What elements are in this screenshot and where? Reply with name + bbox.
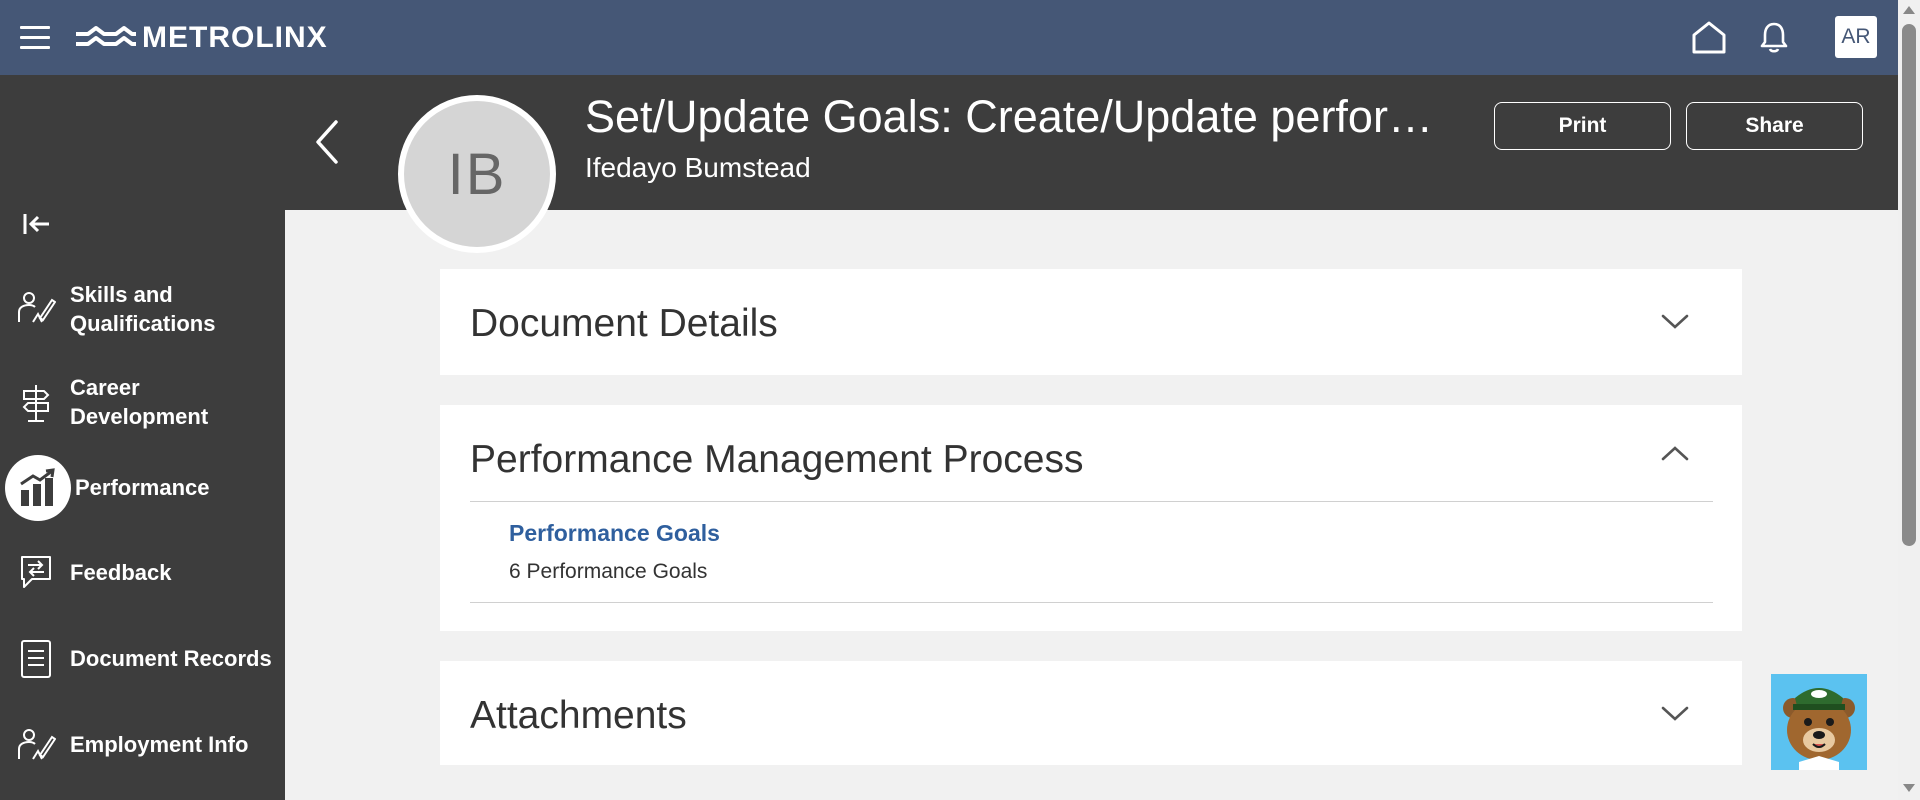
sidebar-item-label: Performance [75, 475, 210, 500]
section-title: Document Details [470, 302, 778, 345]
home-icon[interactable] [1690, 19, 1728, 55]
back-chevron-icon[interactable] [312, 118, 344, 166]
sidebar-item-label: Development [70, 404, 209, 429]
page-title: Set/Update Goals: Create/Update performa… [585, 91, 1460, 142]
sidebar-item-label: Document Records [70, 646, 272, 671]
performance-management-process-card: Performance Management Process Performan… [440, 405, 1742, 631]
top-bar: METROLINX AR [0, 0, 1898, 75]
employee-avatar: IB [398, 95, 556, 253]
sidebar-item-label: Feedback [70, 560, 172, 585]
chevron-down-icon[interactable] [1660, 705, 1690, 723]
section-title[interactable]: Performance Management Process [470, 438, 1083, 482]
skills-icon [18, 292, 56, 323]
chevron-up-icon[interactable] [1660, 444, 1690, 462]
collapse-sidebar-icon[interactable] [22, 211, 52, 237]
divider [470, 501, 1713, 502]
mascot-bear-icon [1783, 688, 1855, 770]
sidebar-item-feedback[interactable]: Feedback [0, 553, 285, 593]
metrolinx-logo[interactable]: METROLINX [74, 20, 328, 56]
sidebar-item-label: Employment Info [70, 732, 249, 757]
attachments-card[interactable]: Attachments [440, 661, 1742, 765]
sidebar: Skills and Qualifications Career Develop… [0, 75, 285, 800]
hamburger-menu-icon[interactable] [20, 26, 50, 50]
scroll-thumb[interactable] [1902, 24, 1916, 546]
metrolinx-logo-icon [76, 26, 136, 46]
performance-chart-icon [20, 468, 55, 506]
performance-goals-link[interactable]: Performance Goals [509, 520, 720, 547]
print-button[interactable]: Print [1494, 102, 1671, 150]
scroll-up-arrow-icon[interactable] [1903, 6, 1915, 14]
user-avatar[interactable]: AR [1835, 16, 1877, 58]
section-title: Attachments [470, 694, 687, 737]
employee-name: Ifedayo Bumstead [585, 152, 811, 183]
sidebar-item-performance[interactable]: Performance [0, 455, 285, 521]
divider [470, 602, 1713, 603]
signpost-icon [22, 385, 50, 422]
share-button[interactable]: Share [1686, 102, 1863, 150]
bell-icon[interactable] [1758, 20, 1790, 54]
chatbot-mascot-button[interactable] [1771, 674, 1867, 770]
sidebar-item-label: Career [70, 375, 140, 400]
sidebar-item-document-records[interactable]: Document Records [0, 639, 285, 679]
employment-icon [18, 729, 56, 760]
page-scrollbar[interactable] [1898, 0, 1920, 800]
performance-goals-count: 6 Performance Goals [509, 560, 708, 583]
document-details-card[interactable]: Document Details [440, 269, 1742, 375]
sidebar-item-skills-qualifications[interactable]: Skills and Qualifications [0, 280, 285, 344]
feedback-icon [21, 556, 51, 588]
scroll-down-arrow-icon[interactable] [1903, 784, 1915, 792]
sidebar-item-label: Skills and [70, 282, 173, 307]
sidebar-item-career-development[interactable]: Career Development [0, 373, 285, 437]
chevron-down-icon[interactable] [1660, 313, 1690, 331]
document-icon [21, 640, 51, 678]
brand-name: METROLINX [142, 21, 328, 54]
sidebar-item-employment-info[interactable]: Employment Info [0, 725, 285, 765]
sidebar-item-label: Qualifications [70, 311, 216, 336]
